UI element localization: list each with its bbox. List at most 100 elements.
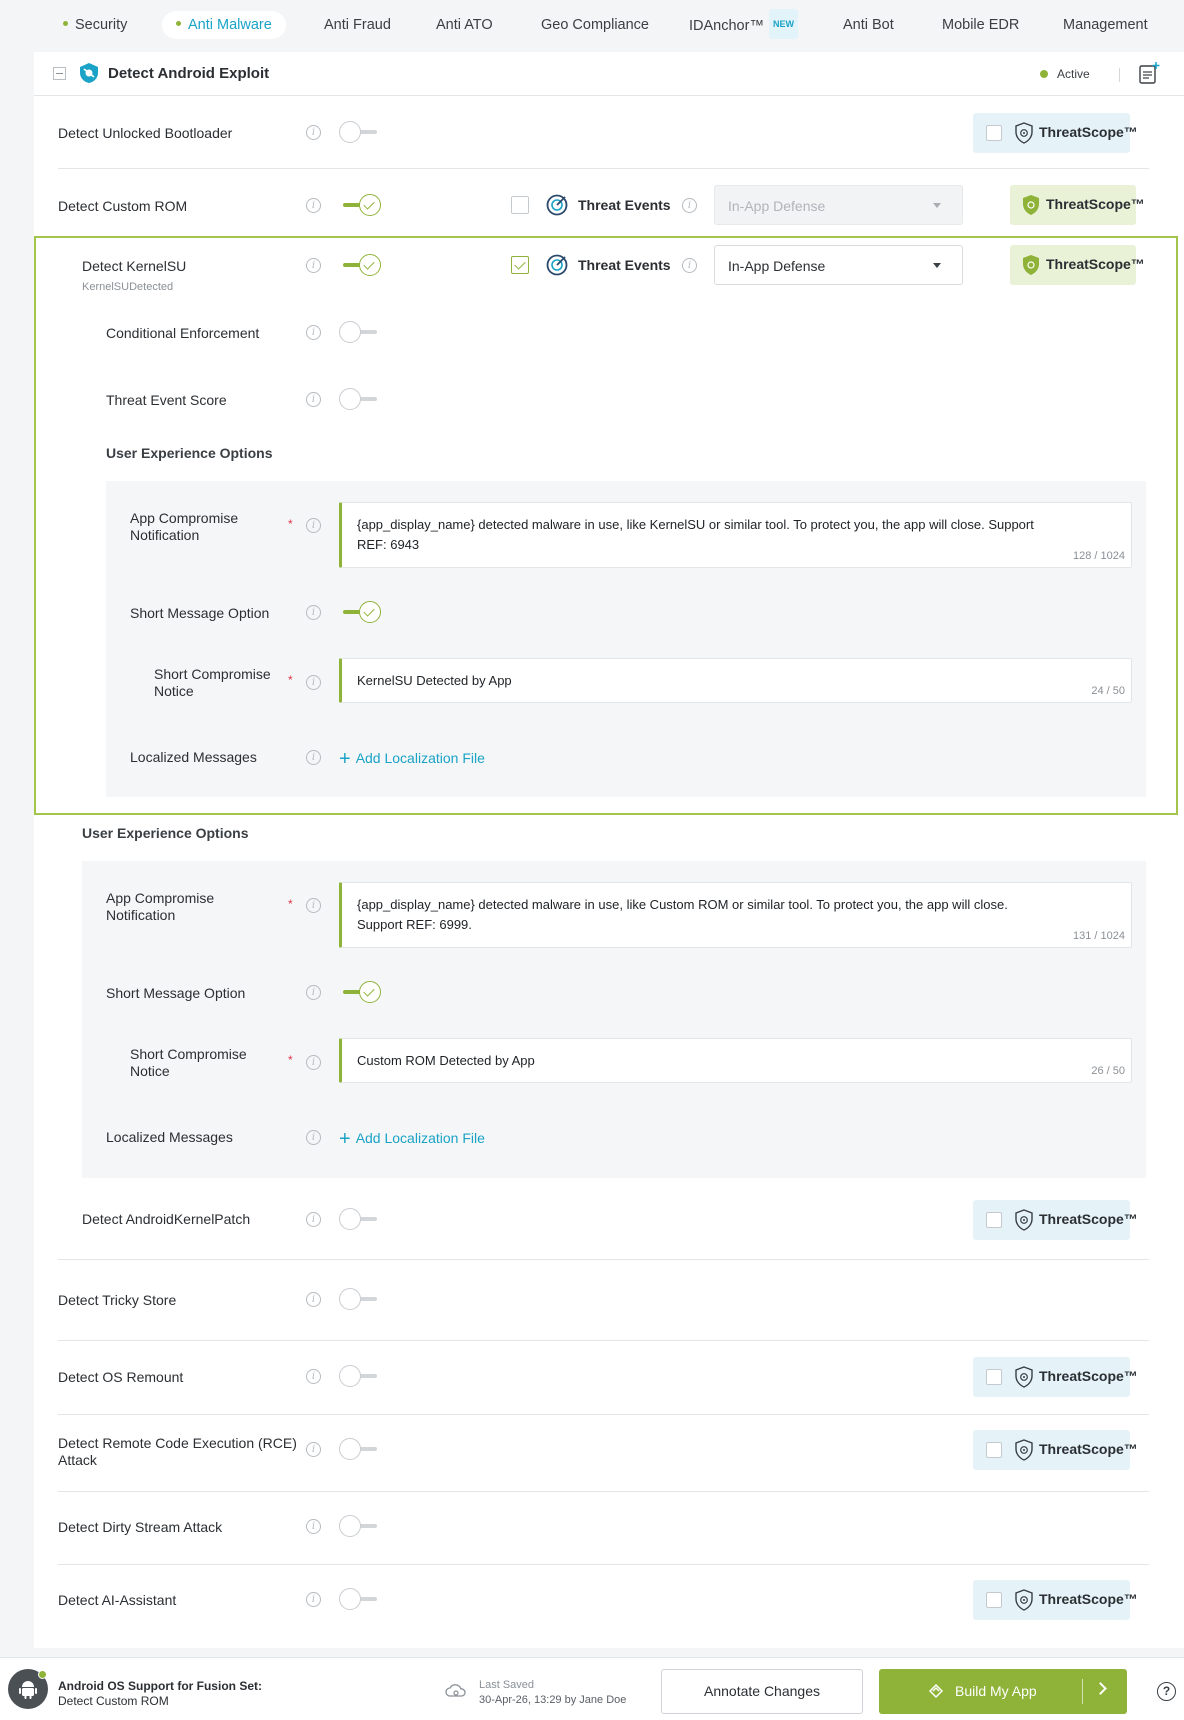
tricky-store-toggle[interactable]	[339, 1288, 381, 1310]
required-marker: *	[288, 1053, 293, 1067]
info-icon[interactable]: i	[682, 258, 697, 273]
threatscope-label: ThreatScope™	[1046, 196, 1145, 212]
rce-toggle[interactable]	[339, 1438, 381, 1460]
build-icon	[928, 1683, 944, 1699]
conditional-enforcement-toggle[interactable]	[339, 321, 381, 343]
short-message-option-toggle[interactable]	[339, 981, 381, 1003]
app-notification-label: App Compromise Notification	[106, 890, 215, 923]
status-dot-icon	[176, 20, 181, 26]
tab-security[interactable]: Security	[63, 11, 127, 39]
short-compromise-notice-field[interactable]: Custom ROM Detected by App 26 / 50	[339, 1038, 1132, 1083]
info-icon[interactable]: i	[306, 1130, 321, 1145]
short-message-option-label: Short Message Option	[106, 985, 246, 1001]
short-compromise-notice-label: Short Compromise Notice	[130, 1046, 247, 1079]
info-icon[interactable]: i	[306, 1369, 321, 1384]
os-remount-toggle[interactable]	[339, 1365, 381, 1387]
threatscope-label: ThreatScope™	[1039, 1591, 1138, 1607]
custom-rom-defense-select[interactable]: In-App Defense	[714, 185, 963, 225]
threatscope-button[interactable]: ThreatScope™	[1010, 245, 1145, 285]
threatscope-button[interactable]: ThreatScope™	[973, 1430, 1138, 1470]
add-localization-link[interactable]: + Add Localization File	[339, 746, 485, 770]
info-icon[interactable]: i	[306, 675, 321, 690]
add-note-icon[interactable]	[1138, 61, 1160, 85]
fusion-set-subtitle: Detect Custom ROM	[58, 1694, 169, 1708]
info-icon[interactable]: i	[306, 605, 321, 620]
short-message-option-toggle[interactable]	[339, 601, 381, 623]
kernelsu-defense-select[interactable]: In-App Defense	[714, 245, 963, 285]
tab-anti-malware[interactable]: Anti Malware	[162, 11, 286, 39]
threatscope-button[interactable]: ThreatScope™	[973, 113, 1138, 153]
tab-anti-fraud[interactable]: Anti Fraud	[324, 11, 391, 39]
info-icon[interactable]: i	[306, 1592, 321, 1607]
info-icon[interactable]: i	[306, 1519, 321, 1534]
info-icon[interactable]: i	[306, 258, 321, 273]
info-icon[interactable]: i	[306, 325, 321, 340]
unlocked-bootloader-toggle[interactable]	[339, 121, 381, 143]
info-icon[interactable]: i	[306, 1292, 321, 1307]
info-icon[interactable]: i	[682, 198, 697, 213]
tab-anti-bot[interactable]: Anti Bot	[843, 11, 894, 39]
collapse-toggle-icon[interactable]	[53, 67, 66, 80]
threat-event-score-toggle[interactable]	[339, 388, 381, 410]
info-icon[interactable]: i	[306, 125, 321, 140]
threat-events-label: Threat Events	[578, 257, 671, 273]
info-icon[interactable]: i	[306, 1055, 321, 1070]
info-icon[interactable]: i	[306, 750, 321, 765]
threatscope-checkbox[interactable]	[986, 1369, 1002, 1385]
ai-assistant-toggle[interactable]	[339, 1588, 381, 1610]
cloud-saved-icon	[445, 1684, 466, 1697]
active-dot-icon	[1040, 70, 1048, 78]
add-localization-link[interactable]: + Add Localization File	[339, 1126, 485, 1150]
panel-title: Detect Android Exploit	[108, 65, 270, 82]
divider	[1119, 68, 1120, 82]
threatscope-button[interactable]: ThreatScope™	[973, 1357, 1138, 1397]
dirty-stream-toggle[interactable]	[339, 1515, 381, 1537]
threatscope-button[interactable]: ThreatScope™	[973, 1200, 1138, 1240]
threatscope-shield-icon	[1015, 1209, 1033, 1231]
threatscope-label: ThreatScope™	[1039, 1368, 1138, 1384]
info-icon[interactable]: i	[306, 518, 321, 533]
threatscope-checkbox[interactable]	[986, 1592, 1002, 1608]
custom-rom-toggle[interactable]	[339, 194, 381, 216]
help-icon[interactable]: ?	[1157, 1682, 1176, 1701]
threatscope-button[interactable]: ThreatScope™	[973, 1580, 1138, 1620]
app-notification-field[interactable]: {app_display_name} detected malware in u…	[339, 882, 1132, 948]
tab-geo-compliance[interactable]: Geo Compliance	[541, 11, 649, 39]
threatscope-checkbox[interactable]	[986, 125, 1002, 141]
kernelsu-toggle[interactable]	[339, 254, 381, 276]
os-remount-label: Detect OS Remount	[58, 1369, 184, 1385]
required-marker: *	[288, 673, 293, 687]
android-kernel-patch-toggle[interactable]	[339, 1208, 381, 1230]
info-icon[interactable]: i	[306, 1212, 321, 1227]
plus-icon: +	[339, 1128, 351, 1150]
tab-management[interactable]: Management	[1063, 11, 1148, 39]
short-compromise-notice-field[interactable]: KernelSU Detected by App 24 / 50	[339, 658, 1132, 703]
info-icon[interactable]: i	[306, 1442, 321, 1457]
row-divider	[58, 1414, 1149, 1415]
conditional-enforcement-label: Conditional Enforcement	[106, 325, 260, 341]
threatscope-shield-icon	[1023, 255, 1039, 275]
row-divider	[58, 1564, 1149, 1565]
build-my-app-button[interactable]: Build My App	[879, 1669, 1127, 1714]
threatscope-shield-icon	[1015, 1589, 1033, 1611]
short-compromise-notice-label: Short Compromise Notice	[154, 666, 271, 699]
threatscope-label: ThreatScope™	[1046, 256, 1145, 272]
threatscope-checkbox[interactable]	[986, 1442, 1002, 1458]
kernelsu-threat-events-checkbox[interactable]	[511, 256, 529, 274]
tab-idanchor[interactable]: IDAnchor™ NEW	[689, 9, 798, 39]
tab-anti-ato[interactable]: Anti ATO	[436, 11, 493, 39]
android-icon	[19, 1681, 37, 1699]
app-notification-field[interactable]: {app_display_name} detected malware in u…	[339, 502, 1132, 568]
annotate-changes-button[interactable]: Annotate Changes	[661, 1669, 863, 1714]
threatscope-checkbox[interactable]	[986, 1212, 1002, 1228]
info-icon[interactable]: i	[306, 392, 321, 407]
info-icon[interactable]: i	[306, 198, 321, 213]
threat-events-radar-icon	[546, 254, 568, 276]
custom-rom-threat-events-checkbox[interactable]	[511, 196, 529, 214]
required-marker: *	[288, 517, 293, 531]
info-icon[interactable]: i	[306, 985, 321, 1000]
threatscope-button[interactable]: ThreatScope™	[1010, 185, 1145, 225]
chevron-right-icon[interactable]	[1094, 1682, 1107, 1695]
tab-mobile-edr[interactable]: Mobile EDR	[942, 11, 1019, 39]
info-icon[interactable]: i	[306, 898, 321, 913]
